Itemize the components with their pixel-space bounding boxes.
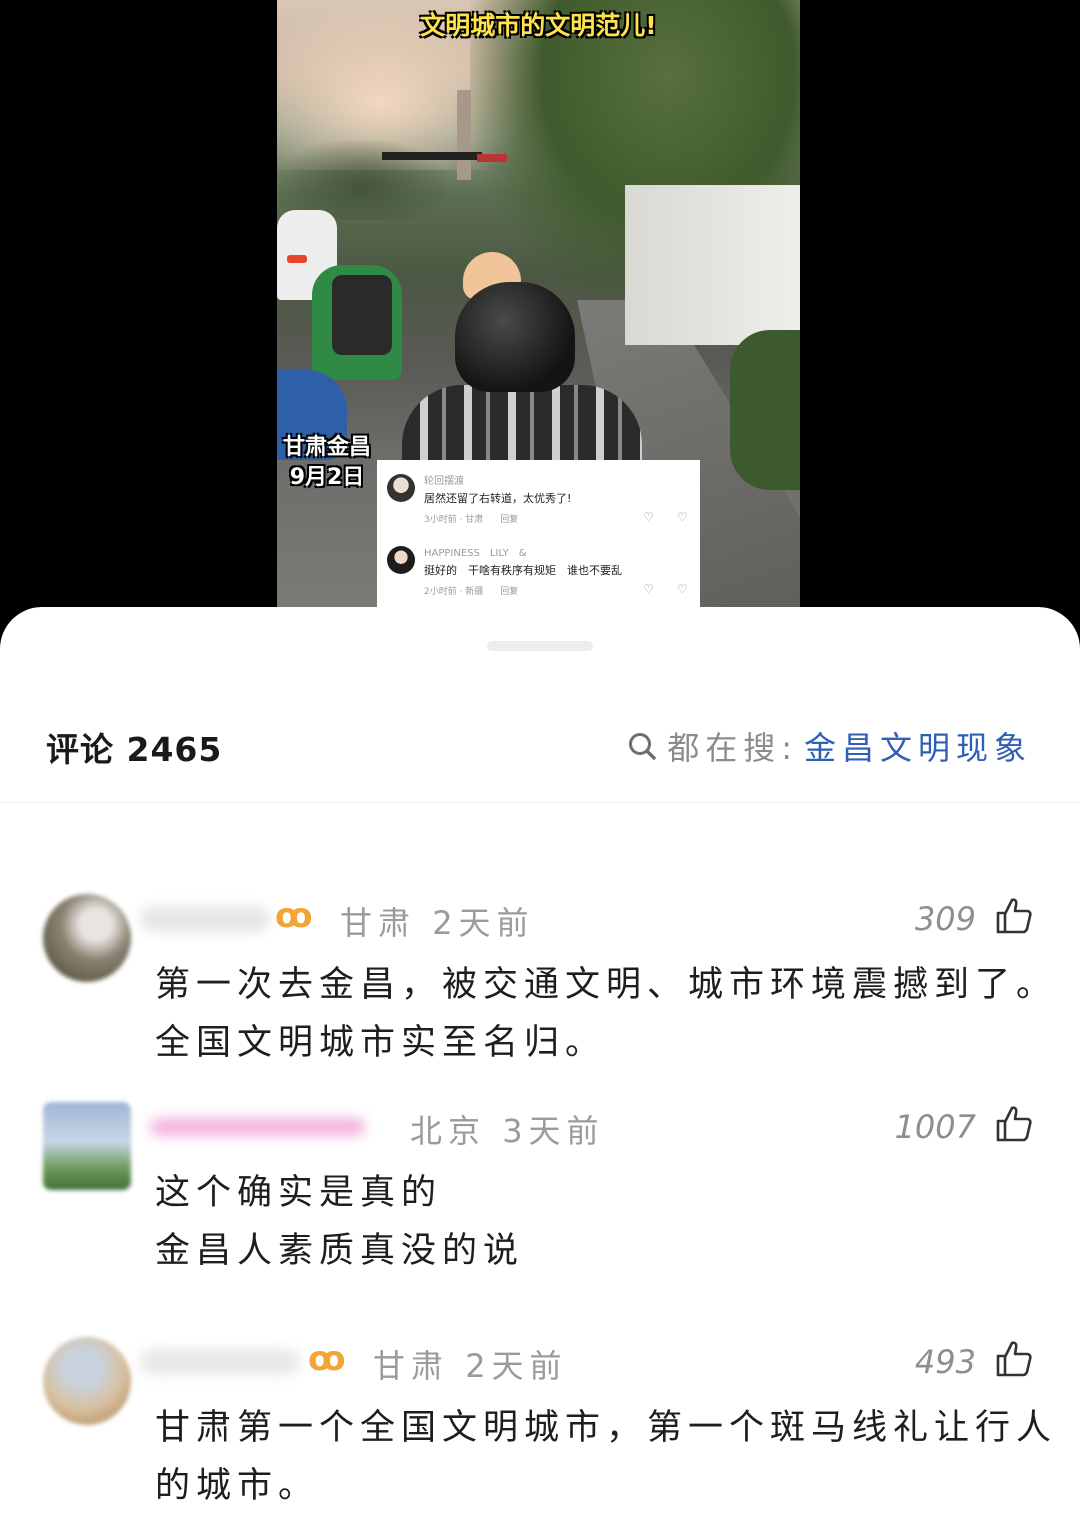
overlay-reply-link: 回复 <box>500 587 519 597</box>
overlay-comment-meta: 2小时前 · 新疆 回复 <box>424 584 518 597</box>
comment-time: 3天前 <box>502 1112 605 1150</box>
comment-item[interactable]: 北京 3天前 1007 这个确实是真的 金昌人素质真没的说 <box>0 1102 1080 1272</box>
comment-location: 甘肃 <box>373 1347 450 1385</box>
video-frame[interactable]: 文明城市的文明范儿! 甘肃金昌 9月2日 轮回摆渡 居然还留了右转道，太优秀了!… <box>277 0 800 610</box>
comment-text-line: 的城市。 <box>155 1466 320 1506</box>
comment-text: 第一次去金昌，被交通文明、城市环境震撼到了。 全国文明城市实至名归。 <box>155 956 1055 1072</box>
video-scenery <box>455 282 575 392</box>
heart-icon: ♡ <box>643 510 654 524</box>
comment-text: 这个确实是真的 金昌人素质真没的说 <box>155 1164 1055 1280</box>
broken-heart-icon: ♡ <box>677 582 688 596</box>
overlay-comment-text: 居然还留了右转道，太优秀了! <box>424 492 572 505</box>
comment-text: 甘肃第一个全国文明城市，第一个斑马线礼让行人 的城市。 <box>155 1399 1055 1515</box>
video-caption-location: 甘肃金昌 9月2日 <box>283 433 371 493</box>
like-count: 1007 <box>894 1108 976 1146</box>
overlay-comment: 轮回摆渡 居然还留了右转道，太优秀了! 3小时前 · 甘肃 回复 ♡ ♡ <box>377 466 700 538</box>
overlay-comment-time: 2小时前 · 新疆 <box>424 587 484 597</box>
video-scenery <box>332 275 392 355</box>
video-player[interactable]: 文明城市的文明范儿! 甘肃金昌 9月2日 轮回摆渡 居然还留了右转道，太优秀了!… <box>0 0 1080 620</box>
video-scenery <box>730 330 800 490</box>
overlay-comment-name: 轮回摆渡 <box>424 476 464 487</box>
overlay-comment-time: 3小时前 · 甘肃 <box>424 515 484 525</box>
search-icon <box>629 733 656 760</box>
comment-item[interactable]: ꝏ 甘肃 2天前 309 第一次去金昌，被交通文明、城市环境震撼到了。 全国文明… <box>0 894 1080 1064</box>
comment-time: 2天前 <box>465 1347 568 1385</box>
comment-text-line: 金昌人素质真没的说 <box>155 1231 525 1271</box>
sheet-drag-handle[interactable] <box>487 641 593 651</box>
thumbs-up-icon[interactable] <box>994 1104 1034 1144</box>
video-scenery <box>625 185 800 345</box>
search-hint-label: 都在搜: <box>667 729 798 767</box>
avatar[interactable] <box>43 894 131 982</box>
broken-heart-icon: ♡ <box>677 510 688 524</box>
comments-sheet: 评论 2465 都在搜: 金昌文明现象 ꝏ 甘肃 2天前 309 第一次去金昌，… <box>0 607 1080 1526</box>
comments-count-title: 评论 2465 <box>46 730 223 769</box>
thumbs-up-icon[interactable] <box>994 1339 1034 1379</box>
video-scenery <box>382 152 482 160</box>
avatar <box>387 474 415 502</box>
comment-meta: 甘肃 2天前 <box>340 898 535 944</box>
comment-meta: 甘肃 2天前 <box>373 1341 568 1387</box>
trending-search-link[interactable]: 都在搜: 金昌文明现象 <box>627 723 1032 769</box>
video-caption-title: 文明城市的文明范儿! <box>420 11 657 40</box>
username-blurred[interactable] <box>150 1118 365 1136</box>
avatar[interactable] <box>43 1102 131 1190</box>
overlay-comment-meta: 3小时前 · 甘肃 回复 <box>424 512 518 525</box>
video-date-text: 9月2日 <box>289 465 365 490</box>
video-overlay-comments: 轮回摆渡 居然还留了右转道，太优秀了! 3小时前 · 甘肃 回复 ♡ ♡ HAP… <box>377 460 700 610</box>
video-scenery <box>287 255 307 263</box>
infinity-badge-icon: ꝏ <box>275 896 313 936</box>
like-count: 309 <box>914 900 976 938</box>
username-blurred[interactable] <box>140 906 270 932</box>
comment-item[interactable]: ꝏ 甘肃 2天前 493 甘肃第一个全国文明城市，第一个斑马线礼让行人 的城市。 <box>0 1337 1080 1507</box>
comment-text-line: 甘肃第一个全国文明城市，第一个斑马线礼让行人 <box>155 1408 1058 1448</box>
avatar <box>387 546 415 574</box>
overlay-reply-link: 回复 <box>500 515 519 525</box>
thumbs-up-icon[interactable] <box>994 896 1034 936</box>
video-location-text: 甘肃金昌 <box>283 435 372 460</box>
heart-icon: ♡ <box>643 582 654 596</box>
video-scenery <box>457 90 471 180</box>
comment-text-line: 第一次去金昌，被交通文明、城市环境震撼到了。 <box>155 965 1058 1005</box>
overlay-comment: HAPPINESS LILY & 挺好的 干啥有秩序有规矩 谁也不要乱 2小时前… <box>377 538 700 610</box>
comment-text-line: 这个确实是真的 <box>155 1173 443 1213</box>
comment-text-line: 全国文明城市实至名归。 <box>155 1023 607 1063</box>
comment-time: 2天前 <box>432 904 535 942</box>
overlay-comment-name: HAPPINESS LILY & <box>424 548 527 559</box>
comment-meta: 北京 3天前 <box>410 1106 605 1152</box>
avatar[interactable] <box>43 1337 131 1425</box>
comments-header: 评论 2465 都在搜: 金昌文明现象 <box>0 707 1080 803</box>
comment-location: 北京 <box>410 1112 487 1150</box>
search-hint-term[interactable]: 金昌文明现象 <box>804 723 1032 769</box>
username-blurred[interactable] <box>140 1349 300 1375</box>
infinity-badge-icon: ꝏ <box>308 1339 346 1379</box>
video-scenery <box>477 154 507 162</box>
overlay-comment-text: 挺好的 干啥有秩序有规矩 谁也不要乱 <box>424 564 622 577</box>
comment-location: 甘肃 <box>340 904 417 942</box>
like-count: 493 <box>914 1343 976 1381</box>
